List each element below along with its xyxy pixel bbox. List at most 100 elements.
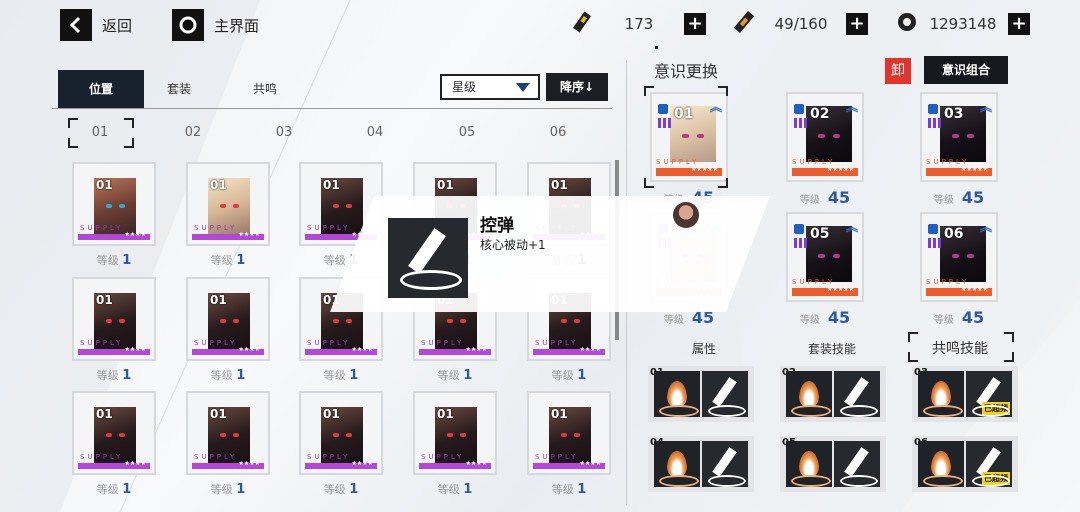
memory-level: 等级 1 <box>413 481 497 497</box>
equipped-memory-slot[interactable]: ︽ 05 SUPPLY <box>786 212 864 302</box>
flame-skill-icon[interactable] <box>654 371 700 417</box>
add-gear-button[interactable]: + <box>1008 13 1030 35</box>
level-value: 1 <box>349 482 359 497</box>
flame-skill-icon[interactable] <box>654 441 700 487</box>
memory-card[interactable]: 01 SUPPLY <box>186 391 270 475</box>
portrait-eye <box>460 433 466 437</box>
sort-field-dropdown[interactable]: 星级 <box>440 74 540 100</box>
flame-skill-icon[interactable] <box>786 441 832 487</box>
portrait-eye <box>574 433 580 437</box>
supply-label: SUPPLY <box>194 339 238 347</box>
memory-card[interactable]: 01 SUPPLY <box>186 162 270 246</box>
bullet-skill-icon[interactable] <box>702 441 748 487</box>
column-04[interactable]: 04 <box>345 125 405 140</box>
back-button[interactable]: 返回 <box>60 8 132 42</box>
bullet-skill-icon[interactable] <box>834 441 880 487</box>
portrait-eye <box>346 433 352 437</box>
level-bars-icon <box>794 118 808 128</box>
equipped-memory-slot[interactable]: ︽ 02 SUPPLY <box>786 92 864 182</box>
slot-number: 02 <box>810 106 830 122</box>
memory-level: 等级 1 <box>186 252 270 268</box>
sort-order-button[interactable]: 降序↓ <box>546 73 608 101</box>
column-02[interactable]: 02 <box>163 125 223 140</box>
equipped-memory-slot[interactable]: ︽ 03 SUPPLY <box>920 92 998 182</box>
skill-pair[interactable]: 03已超频 <box>912 366 1018 422</box>
rarity-stars <box>305 346 377 355</box>
portrait-eye <box>697 134 704 138</box>
slot-number: 01 <box>674 106 694 122</box>
memory-card[interactable]: 01 SUPPLY <box>413 391 497 475</box>
bullet-skill-icon[interactable] <box>834 371 880 417</box>
bullet-skill-icon[interactable]: 已超频 <box>966 441 1012 487</box>
lock-icon[interactable] <box>928 224 938 234</box>
level-value: 45 <box>961 188 985 207</box>
skill-pair[interactable]: 04 <box>648 436 754 492</box>
level-value: 1 <box>349 368 359 383</box>
rarity-stars <box>792 166 858 176</box>
portrait-eye <box>220 319 226 323</box>
lock-icon[interactable] <box>928 104 938 114</box>
equipped-memory-slot[interactable]: ︽ 01 SUPPLY <box>650 92 728 182</box>
bullet-skill-icon[interactable]: 已超频 <box>966 371 1012 417</box>
supply-label: SUPPLY <box>926 278 970 286</box>
battery-count: 49/160 <box>774 15 828 33</box>
memory-slot-number: 01 <box>96 293 113 307</box>
memory-level: 等级 1 <box>527 367 611 383</box>
lock-icon[interactable] <box>794 104 804 114</box>
supply-label: SUPPLY <box>792 158 836 166</box>
flame-skill-icon[interactable] <box>918 441 964 487</box>
equipped-memory-slot[interactable]: ︽ 06 SUPPLY <box>920 212 998 302</box>
rarity-stars <box>533 460 605 469</box>
tab-resonance-skills[interactable]: 共鸣技能 <box>910 338 1010 358</box>
memory-card[interactable]: 01 SUPPLY <box>186 277 270 361</box>
bullet-skill-icon[interactable] <box>702 371 748 417</box>
avatar <box>673 202 699 228</box>
tab-set[interactable]: 套装 <box>144 70 214 108</box>
portrait-eye <box>967 134 974 138</box>
memory-card[interactable]: 01 SUPPLY <box>527 391 611 475</box>
column-06[interactable]: 06 <box>528 125 588 140</box>
main-menu-button[interactable]: 主界面 <box>172 8 259 42</box>
memory-card[interactable]: 01 SUPPLY <box>72 391 156 475</box>
flame-skill-icon[interactable] <box>918 371 964 417</box>
memory-level: 等级 1 <box>299 481 383 497</box>
portrait-eye <box>967 254 974 258</box>
memory-card[interactable]: 01 SUPPLY <box>72 162 156 246</box>
tab-resonance[interactable]: 共鸣 <box>230 70 300 108</box>
add-battery-button[interactable]: + <box>846 13 868 35</box>
tab-position[interactable]: 位置 <box>58 70 144 108</box>
skill-pair[interactable]: 05 <box>780 436 886 492</box>
skill-pair[interactable]: 01 <box>648 366 754 422</box>
selected-tab-bracket <box>1004 332 1014 342</box>
lock-icon[interactable] <box>794 224 804 234</box>
slot-number: 05 <box>810 226 830 242</box>
memory-combo-button[interactable]: 意识组合 <box>924 56 1008 84</box>
skill-pair[interactable]: 02 <box>780 366 886 422</box>
memory-slot-number: 01 <box>323 178 340 192</box>
memory-card[interactable]: 01 SUPPLY <box>299 391 383 475</box>
slot-number: 03 <box>944 106 964 122</box>
supply-label: SUPPLY <box>307 224 351 232</box>
skill-pair[interactable]: 06已超频 <box>912 436 1018 492</box>
level-bars-icon <box>928 118 942 128</box>
supply-label: SUPPLY <box>535 339 579 347</box>
slot-level: 等级 45 <box>914 188 1004 207</box>
level-label: 等级 <box>210 369 233 382</box>
lock-icon[interactable] <box>658 104 668 114</box>
column-01[interactable]: 01 <box>70 125 130 140</box>
tab-set-skills[interactable]: 套装技能 <box>782 340 882 357</box>
level-value: 1 <box>463 482 473 497</box>
memory-level: 等级 1 <box>72 252 156 268</box>
memory-card[interactable]: 01 SUPPLY <box>72 277 156 361</box>
rarity-stars <box>926 166 992 176</box>
column-05[interactable]: 05 <box>437 125 497 140</box>
add-ammo-button[interactable]: + <box>684 13 706 35</box>
tab-attributes[interactable]: 属性 <box>654 340 754 357</box>
unload-button[interactable]: 卸 <box>885 58 911 84</box>
portrait-eye <box>346 204 352 208</box>
column-03[interactable]: 03 <box>254 125 314 140</box>
supply-label: SUPPLY <box>307 453 351 461</box>
flame-skill-icon[interactable] <box>786 371 832 417</box>
rarity-stars <box>78 460 150 469</box>
memory-level: 等级 1 <box>413 367 497 383</box>
